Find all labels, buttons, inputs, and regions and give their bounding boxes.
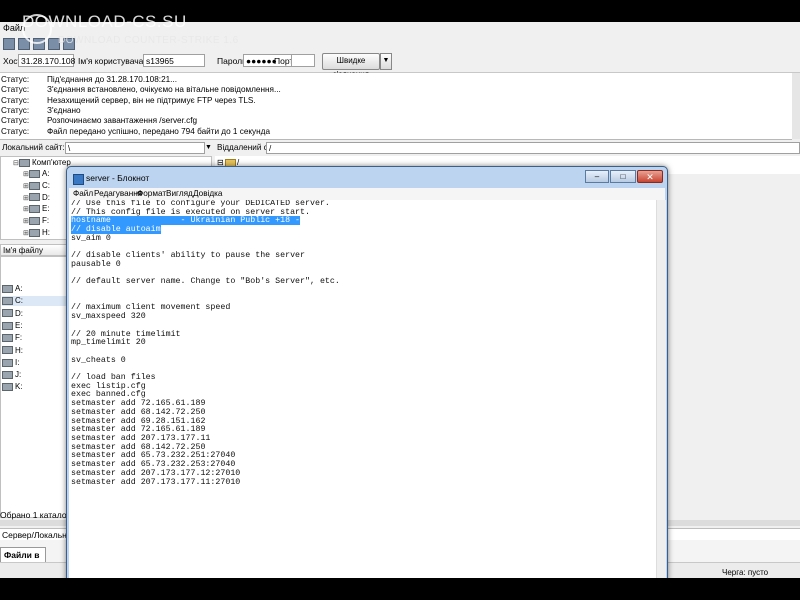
file-name: C: bbox=[15, 296, 23, 306]
quickconnect-dropdown-icon[interactable]: ▼ bbox=[380, 53, 392, 70]
quickconnect-button[interactable]: Швидке з'єднання bbox=[322, 53, 380, 79]
drive-label: H: bbox=[42, 228, 50, 237]
drive-label: D: bbox=[42, 192, 50, 202]
port-input[interactable] bbox=[291, 54, 315, 67]
log-text: Під'єднання до 31.28.170.108:21... bbox=[47, 75, 177, 84]
minimize-button[interactable]: – bbox=[585, 170, 609, 183]
tree-drive[interactable]: ⊞ H: bbox=[23, 228, 50, 238]
drive-icon bbox=[2, 334, 13, 343]
tree-computer[interactable]: ⊟ Комп'ютер bbox=[13, 158, 71, 168]
drive-icon bbox=[2, 370, 13, 379]
remote-site-input[interactable]: / bbox=[266, 142, 800, 154]
notepad-title: server - Блокнот bbox=[86, 173, 150, 183]
file-name: F: bbox=[15, 333, 23, 343]
text-after-selection: sv_aim 0 // disable clients' ability to … bbox=[71, 233, 340, 487]
list-item[interactable]: F: bbox=[2, 333, 22, 343]
close-button[interactable]: ✕ bbox=[637, 170, 663, 183]
drive-label: F: bbox=[42, 216, 50, 226]
list-item[interactable]: H: bbox=[2, 346, 23, 356]
watermark-title: DOWNLOAD-CS.SU bbox=[22, 12, 187, 31]
menu-help[interactable]: Довідка bbox=[193, 189, 222, 198]
log-key: Статус: bbox=[1, 105, 30, 115]
drive-icon bbox=[29, 228, 40, 237]
local-site-label: Локальний сайт: bbox=[2, 143, 65, 152]
log-text: Незахищений сервер, він не підтримує FTP… bbox=[47, 95, 256, 105]
drive-icon bbox=[29, 181, 40, 190]
tab-queued-files[interactable]: Файли в черзі bbox=[0, 547, 46, 574]
notepad-text-area[interactable]: // Use this file to configure your DEDIC… bbox=[69, 200, 656, 578]
drive-icon bbox=[29, 193, 40, 202]
log-key: Статус: bbox=[1, 75, 30, 84]
quickconnect-bar: Хост: 31.28.170.108 Ім'я користувача: s1… bbox=[0, 52, 800, 79]
drive-label: A: bbox=[42, 169, 50, 178]
list-item[interactable]: J: bbox=[2, 370, 21, 380]
tree-drive[interactable]: ⊞ E: bbox=[23, 204, 50, 214]
drive-icon bbox=[29, 217, 40, 226]
watermark-subtitle: DOWNLOAD COUNTER-STRIKE 1.6 bbox=[58, 35, 239, 46]
notepad-window: server - Блокнот – □ ✕ Файл Редагування … bbox=[66, 166, 668, 578]
notepad-menu-bar: Файл Редагування Формат Вигляд Довідка bbox=[69, 188, 665, 200]
selected-text-line2: // disable autoaim bbox=[71, 225, 161, 235]
drive-icon bbox=[2, 309, 13, 318]
list-item[interactable]: A: bbox=[2, 284, 23, 294]
computer-icon bbox=[19, 158, 30, 167]
user-label: Ім'я користувача: bbox=[78, 56, 146, 66]
file-name: E: bbox=[15, 320, 23, 330]
log-text: Файл передано успішно, передано 794 байт… bbox=[47, 126, 270, 136]
log-key: Статус: bbox=[1, 116, 30, 126]
drive-label: E: bbox=[42, 204, 50, 214]
menu-format[interactable]: Формат bbox=[137, 189, 166, 198]
menu-file-np[interactable]: Файл bbox=[73, 189, 93, 198]
local-selection-status: Обрано 1 каталог. bbox=[0, 510, 71, 520]
remote-site-bar: Віддалений сайт: / bbox=[215, 141, 800, 155]
queue-status: Черга: пусто bbox=[722, 568, 769, 577]
drive-icon bbox=[2, 297, 13, 306]
drive-icon bbox=[2, 284, 13, 293]
message-log: Статус: Під'єднання до 31.28.170.108:21..… bbox=[0, 73, 792, 140]
maximize-button[interactable]: □ bbox=[610, 170, 636, 183]
drive-label: C: bbox=[42, 180, 50, 190]
drive-icon bbox=[2, 346, 13, 355]
file-name: D: bbox=[15, 308, 23, 318]
notepad-scrollbar[interactable] bbox=[656, 200, 666, 578]
site-manager-icon[interactable] bbox=[3, 38, 15, 50]
file-name: H: bbox=[15, 345, 23, 355]
list-item[interactable]: E: bbox=[2, 321, 23, 331]
tree-drive[interactable]: ⊞ C: bbox=[23, 181, 50, 191]
log-text: З'єднано bbox=[47, 105, 81, 115]
file-name: I: bbox=[15, 357, 20, 367]
log-scrollbar[interactable] bbox=[792, 73, 800, 139]
log-key: Статус: bbox=[1, 85, 30, 95]
text-before-selection: // Use this file to configure your DEDIC… bbox=[71, 200, 330, 217]
tree-drive[interactable]: ⊞ F: bbox=[23, 216, 49, 226]
log-text: Розпочинаємо завантаження /server.cfg bbox=[47, 116, 198, 126]
username-input[interactable]: s13965 bbox=[143, 54, 205, 67]
local-site-dropdown-icon[interactable]: ▼ bbox=[205, 144, 212, 151]
log-key: Статус: bbox=[1, 126, 30, 136]
drive-icon bbox=[29, 169, 40, 178]
drive-icon bbox=[2, 383, 13, 392]
local-site-input[interactable]: \ bbox=[65, 142, 205, 154]
file-name: A: bbox=[15, 284, 23, 293]
tree-drive[interactable]: ⊞ D: bbox=[23, 193, 50, 203]
file-name: J: bbox=[15, 370, 22, 380]
drive-icon bbox=[2, 358, 13, 367]
log-key: Статус: bbox=[1, 95, 30, 105]
list-item[interactable]: K: bbox=[2, 382, 23, 392]
log-text: З'єднання встановлено, очікуємо на вітал… bbox=[47, 85, 281, 95]
drive-icon bbox=[29, 205, 40, 214]
notepad-icon bbox=[73, 174, 84, 185]
filezilla-window: Файл Хост: 31.28.170.108 Ім'я користувач… bbox=[0, 22, 800, 578]
drive-icon bbox=[2, 321, 13, 330]
list-item[interactable]: I: bbox=[2, 358, 19, 368]
host-input[interactable]: 31.28.170.108 bbox=[18, 54, 75, 67]
menu-view[interactable]: Вигляд bbox=[166, 189, 193, 198]
tree-drive[interactable]: ⊞ A: bbox=[23, 169, 50, 179]
local-site-bar: Локальний сайт: \ ▼ bbox=[0, 141, 212, 155]
menu-edit[interactable]: Редагування bbox=[94, 189, 142, 198]
file-name: K: bbox=[15, 382, 23, 392]
list-item[interactable]: D: bbox=[2, 309, 23, 319]
